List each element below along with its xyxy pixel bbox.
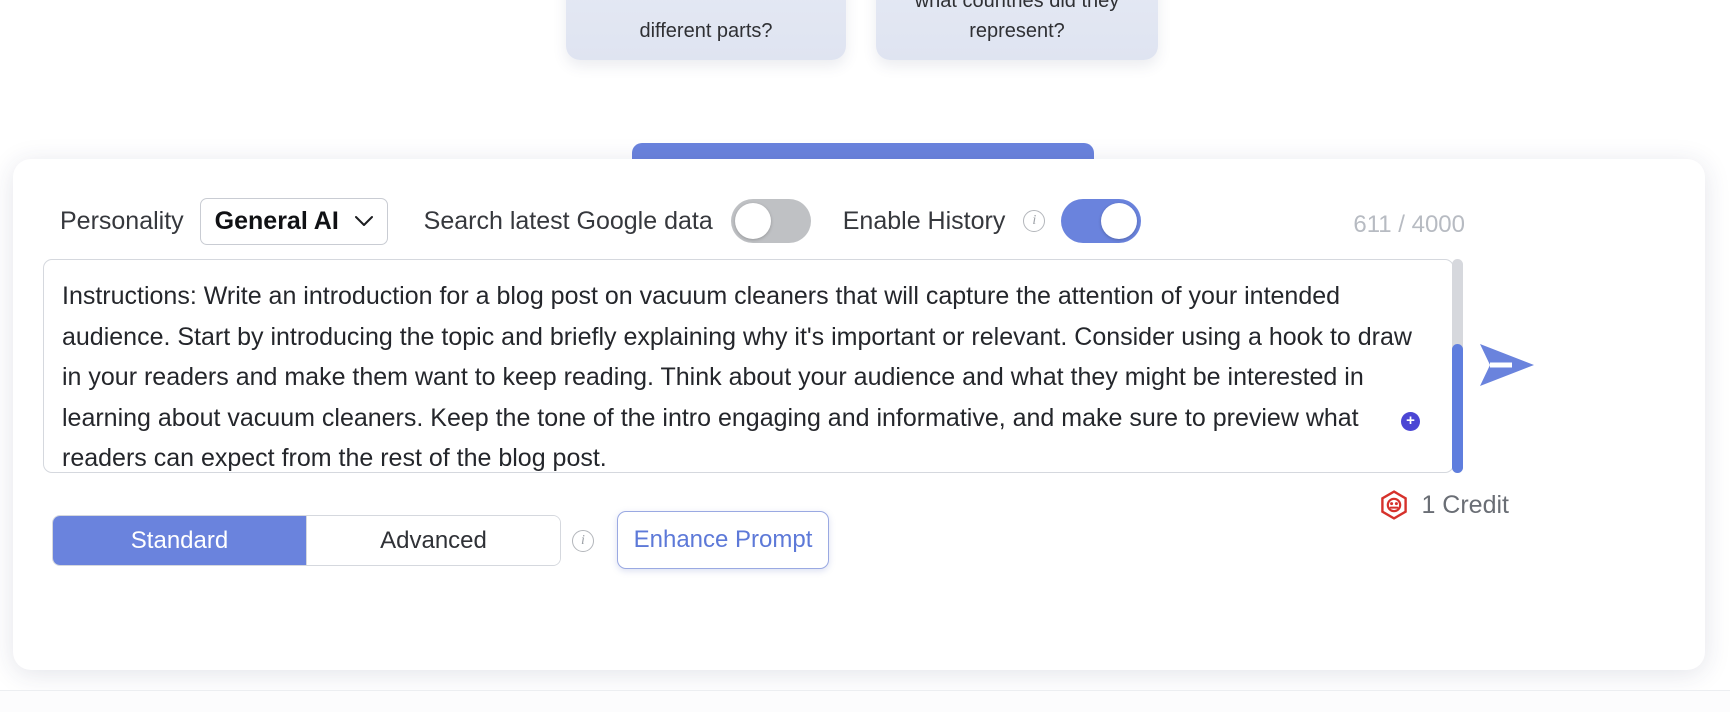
- mode-advanced-button[interactable]: Advanced: [306, 516, 560, 565]
- send-button[interactable]: [1475, 337, 1539, 393]
- character-counter: 611 / 4000: [1353, 211, 1465, 239]
- credit-label: 1 Credit: [1421, 491, 1509, 520]
- toggle-knob: [1101, 203, 1137, 239]
- prompt-scrollbar-thumb[interactable]: [1452, 344, 1463, 473]
- send-arrow-icon: [1477, 342, 1537, 388]
- mode-segmented-control: Standard Advanced: [52, 515, 561, 566]
- page-footer-band: [0, 691, 1730, 712]
- mode-standard-button[interactable]: Standard: [53, 516, 306, 565]
- suggestion-card[interactable]: different parts?: [566, 0, 846, 60]
- enable-history-label: Enable History: [843, 207, 1006, 236]
- prompt-composer-panel: Personality General AI Search latest Goo…: [13, 159, 1705, 670]
- prompt-input-wrapper: Instructions: Write an introduction for …: [43, 259, 1454, 473]
- enable-history-toggle[interactable]: [1061, 199, 1141, 243]
- prompt-scrollbar[interactable]: [1452, 259, 1463, 473]
- suggestion-card[interactable]: what countries did they represent?: [876, 0, 1158, 60]
- prompt-input[interactable]: Instructions: Write an introduction for …: [43, 259, 1454, 473]
- add-circle-icon[interactable]: +: [1401, 412, 1420, 431]
- robot-hexagon-icon: [1379, 490, 1409, 520]
- toggle-knob: [735, 203, 771, 239]
- search-google-toggle[interactable]: [731, 199, 811, 243]
- app-root: different parts? what countries did they…: [0, 0, 1730, 712]
- credit-indicator: 1 Credit: [1379, 490, 1509, 520]
- enhance-prompt-button[interactable]: Enhance Prompt: [617, 511, 829, 569]
- personality-select-wrapper[interactable]: General AI: [200, 198, 388, 245]
- suggestion-card-text: what countries did they represent?: [894, 0, 1140, 46]
- suggestion-card-text: different parts?: [584, 16, 828, 46]
- personality-label: Personality: [60, 207, 184, 236]
- personality-select[interactable]: General AI: [200, 198, 388, 245]
- info-icon[interactable]: i: [1023, 210, 1045, 232]
- composer-options-row: Personality General AI Search latest Goo…: [60, 195, 1141, 247]
- mode-info-icon[interactable]: i: [572, 530, 594, 552]
- search-google-label: Search latest Google data: [424, 207, 713, 236]
